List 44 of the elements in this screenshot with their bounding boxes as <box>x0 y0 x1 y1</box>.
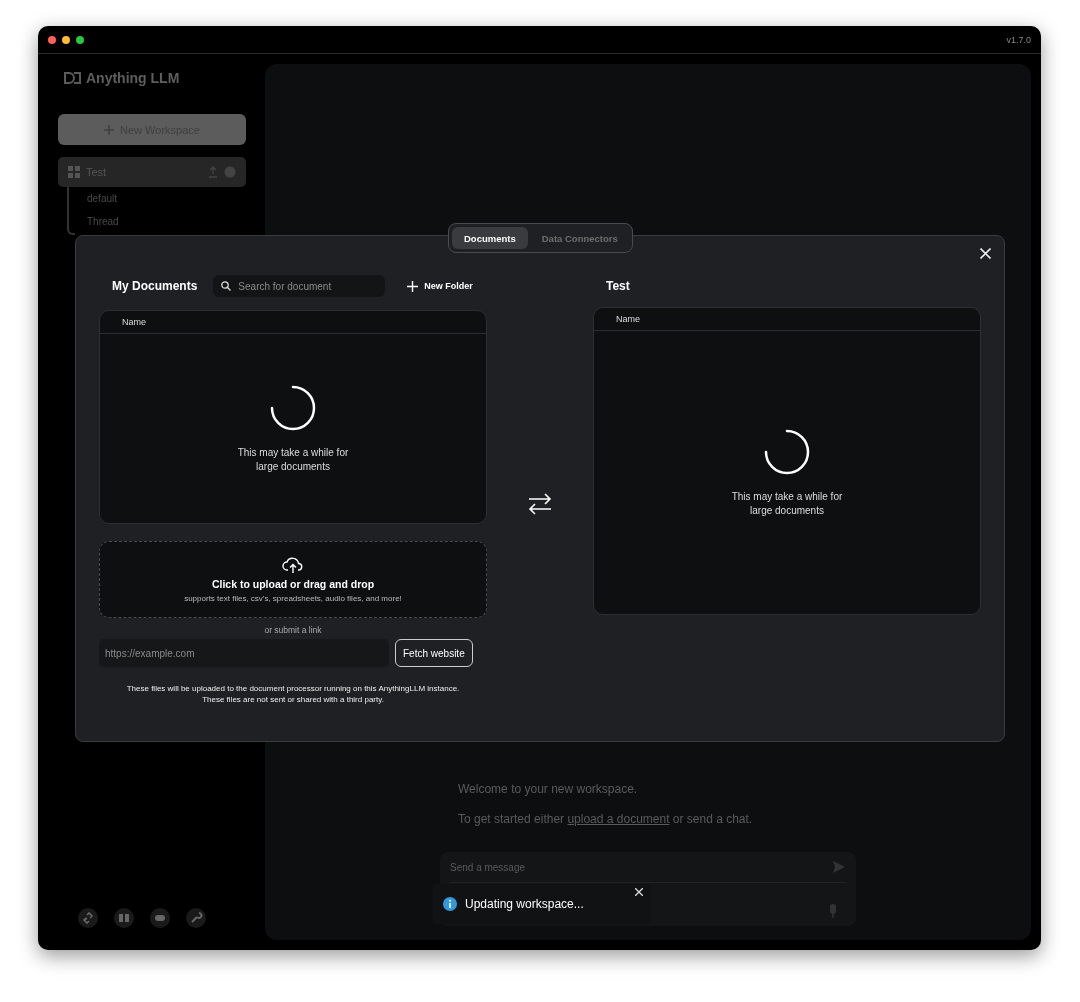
loading-spinner-icon <box>269 383 317 432</box>
url-field[interactable]: https://example.com <box>99 639 389 667</box>
tab[interactable]: Data Connectors <box>529 227 630 249</box>
column-header: Name <box>616 314 640 324</box>
info-icon <box>443 897 457 911</box>
search-icon <box>221 281 232 291</box>
search-field[interactable]: Search for document <box>213 275 386 297</box>
fetch-website-button[interactable]: Fetch website <box>395 639 473 667</box>
grid-icon <box>68 166 80 178</box>
thread-item[interactable]: Thread <box>75 210 131 233</box>
welcome-text: Welcome to your new workspace. <box>458 782 639 796</box>
new-folder-button[interactable]: New Folder <box>407 280 473 292</box>
privacy-notice: These files will be uploaded to the document processor running on this AnythingLLM instance. These files are not sent or shared with a third party. <box>126 683 460 705</box>
toast-message: Updating workspace... <box>465 897 584 911</box>
app-logo: Anything LLM <box>86 70 180 86</box>
upload-dropzone[interactable]: Click to upload or drag and drop supports text files, csv's, spreadsheets, audio files, and more! <box>99 541 487 618</box>
minimize-window-button[interactable] <box>62 35 70 44</box>
loading-spinner-icon <box>763 427 811 476</box>
tab[interactable]: Documents <box>452 227 528 249</box>
cloud-upload-icon <box>282 556 304 574</box>
close-icon[interactable] <box>980 248 991 259</box>
submit-link-label: or submit a link <box>264 625 322 635</box>
close-icon[interactable] <box>635 888 643 896</box>
logo-icon <box>64 72 82 84</box>
close-window-button[interactable] <box>48 35 56 44</box>
hint-text: To get started either upload a document or send a chat. <box>458 812 754 826</box>
loading-text: This may take a while for large documents <box>731 489 843 518</box>
tree-connector <box>67 187 75 235</box>
column-header: Name <box>122 317 146 327</box>
swap-arrows-icon[interactable] <box>528 493 552 515</box>
my-documents-title: My Documents <box>112 279 198 293</box>
upload-document-link[interactable]: upload a document <box>567 812 670 826</box>
loading-text: This may take a while for large documents <box>237 445 349 474</box>
message-input[interactable]: Send a message <box>450 861 526 873</box>
upload-title: Click to upload or drag and drop <box>211 578 375 590</box>
wrench-icon[interactable] <box>186 908 206 928</box>
upload-subtitle: supports text files, csv's, spreadsheets, audio files, and more! <box>184 594 402 603</box>
workspace-title: Test <box>606 279 630 293</box>
version-label: v1.7.0 <box>1006 34 1031 45</box>
plus-icon <box>104 124 115 135</box>
thread-item[interactable]: default <box>75 187 131 210</box>
link-icon[interactable] <box>78 908 98 928</box>
plus-icon <box>407 280 419 292</box>
zoom-window-button[interactable] <box>76 35 84 44</box>
